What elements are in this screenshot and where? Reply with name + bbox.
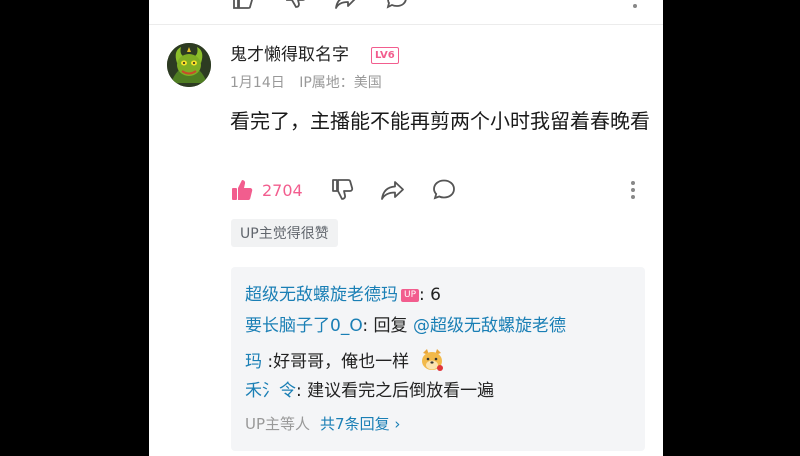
reply-button[interactable] [431,178,457,202]
thumbs-down-icon [332,179,354,200]
avatar[interactable] [167,43,211,87]
replies-box[interactable]: 超级无敌螺旋老德玛 UP: 6 要长脑子了0_O: 回复 @超级无敌螺旋老德 玛 … [231,267,645,451]
comment-icon[interactable] [385,0,409,10]
chevron-right-icon: › [394,415,401,433]
reply-username[interactable]: 禾氵令 [245,381,296,401]
comment-text: 看完了，主播能不能再剪两个小时我留着春晚看 [230,109,650,133]
more-vertical-icon[interactable] [632,0,638,10]
thumbs-down-icon[interactable] [284,0,306,10]
view-all-replies-link[interactable]: 共7条回复 › [320,415,400,433]
share-button[interactable] [380,178,406,202]
reply-text: 回复 [373,316,413,336]
reply-item[interactable]: 禾氵令: 建议看完之后倒放看一遍 [245,379,494,403]
divider [149,24,663,25]
previous-comment-actions [149,0,663,10]
replies-footer: UP主等人 共7条回复 › [245,413,400,434]
like-count: 2704 [262,180,303,200]
thumbs-up-icon[interactable] [231,0,253,10]
comment-username[interactable]: 鬼才懒得取名字 [230,44,349,66]
ip-location: IP属地：美国 [299,75,382,91]
reply-text: 6 [430,285,441,305]
more-options-button[interactable] [630,178,636,202]
share-icon [381,181,404,200]
reply-mention[interactable]: @超级无敌螺旋老德 [413,316,566,336]
comment-meta: 1月14日 IP属地：美国 [230,72,392,92]
up-liked-tag: UP主觉得很赞 [231,219,338,247]
replies-prefix: UP主等人 [245,415,311,433]
dog-emoji-icon [421,349,443,371]
up-badge: UP [401,289,420,302]
comment-panel: 鬼才懒得取名字 LV6 1月14日 IP属地：美国 看完了，主播能不能再剪两个小… [149,0,663,456]
dragon-avatar-icon [167,43,211,87]
share-icon[interactable] [334,0,358,10]
reply-item[interactable]: 超级无敌螺旋老德玛 UP: 6 [245,283,441,307]
thumbs-up-icon [232,180,253,200]
reply-item-continued[interactable]: 玛 :好哥哥，俺也一样 [245,347,445,374]
reply-mention-cont[interactable]: 玛 [245,352,262,372]
reply-item[interactable]: 要长脑子了0_O: 回复 @超级无敌螺旋老德 [245,314,566,338]
reply-username[interactable]: 超级无敌螺旋老德玛 [245,285,398,305]
like-button[interactable]: 2704 [230,178,303,202]
reply-text: :好哥哥，俺也一样 [262,352,410,372]
reply-text: 建议看完之后倒放看一遍 [307,381,495,401]
level-badge: LV6 [371,47,399,64]
more-vertical-icon [631,181,635,199]
comment-actions: 2704 [230,178,650,206]
comment-icon [433,179,455,200]
reply-username[interactable]: 要长脑子了0_O [245,316,362,336]
comment-date: 1月14日 [230,75,285,91]
dislike-button[interactable] [330,178,354,202]
